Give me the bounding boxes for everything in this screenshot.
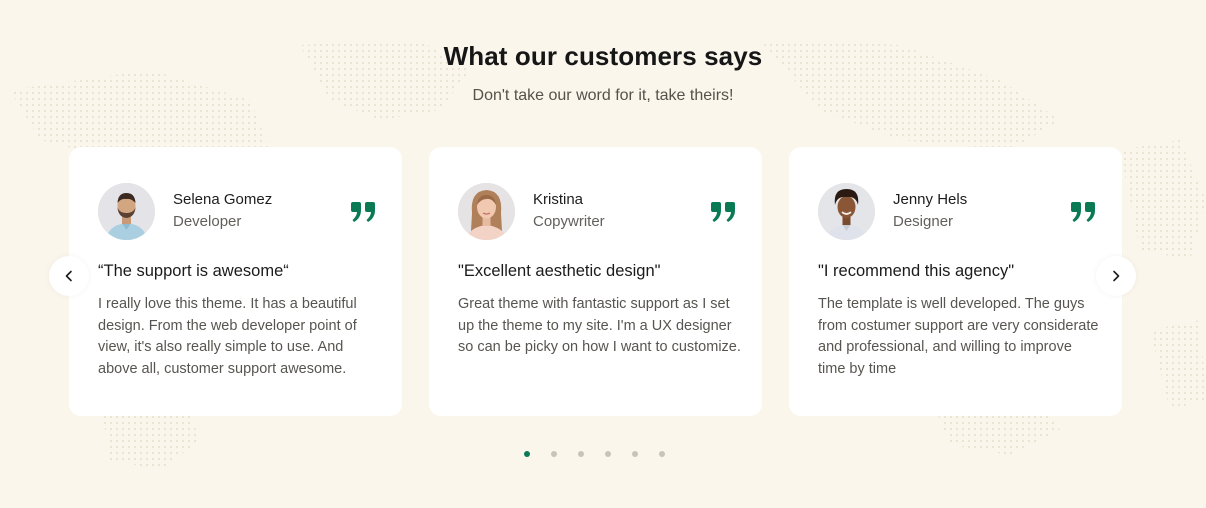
avatar [98, 183, 155, 240]
chevron-right-icon [1113, 270, 1120, 282]
quote-icon [351, 202, 375, 222]
avatar [818, 183, 875, 240]
customer-name: Jenny Hels [893, 191, 968, 208]
carousel-pagination [524, 451, 665, 459]
pagination-dot-4[interactable] [605, 451, 611, 457]
pagination-dot-2[interactable] [551, 451, 557, 457]
pagination-dot-1[interactable] [524, 451, 530, 457]
pagination-dot-3[interactable] [578, 451, 584, 457]
quote-icon [1071, 202, 1095, 222]
pagination-dot-5[interactable] [632, 451, 638, 457]
testimonial-card: Selena Gomez Developer “The support is a… [69, 147, 402, 416]
testimonial-card: Jenny Hels Designer "I recommend this ag… [789, 147, 1122, 416]
customer-name: Selena Gomez [173, 191, 273, 208]
prev-button[interactable] [49, 256, 89, 296]
testimonial-title: "I recommend this agency" [818, 262, 1015, 280]
testimonial-title: “The support is awesome“ [98, 262, 289, 280]
testimonial-body: Great theme with fantastic support as I … [458, 296, 741, 356]
testimonial-card: Kristina Copywriter "Excellent aesthetic… [429, 147, 762, 416]
testimonial-body: I really love this theme. It has a beaut… [98, 296, 357, 378]
section-title: What our customers says [443, 41, 763, 71]
customer-role: Copywriter [533, 213, 605, 230]
section-subtitle: Don't take our word for it, take theirs! [472, 87, 734, 104]
next-button[interactable] [1096, 256, 1136, 296]
customer-name: Kristina [533, 191, 584, 208]
customer-role: Designer [893, 213, 954, 230]
avatar [458, 183, 515, 240]
pagination-dot-6[interactable] [659, 451, 665, 457]
chevron-left-icon [65, 270, 72, 282]
quote-icon [711, 202, 735, 222]
testimonial-title: "Excellent aesthetic design" [458, 262, 661, 280]
customer-role: Developer [173, 213, 242, 230]
testimonial-body: The template is well developed. The guys… [818, 296, 1099, 378]
